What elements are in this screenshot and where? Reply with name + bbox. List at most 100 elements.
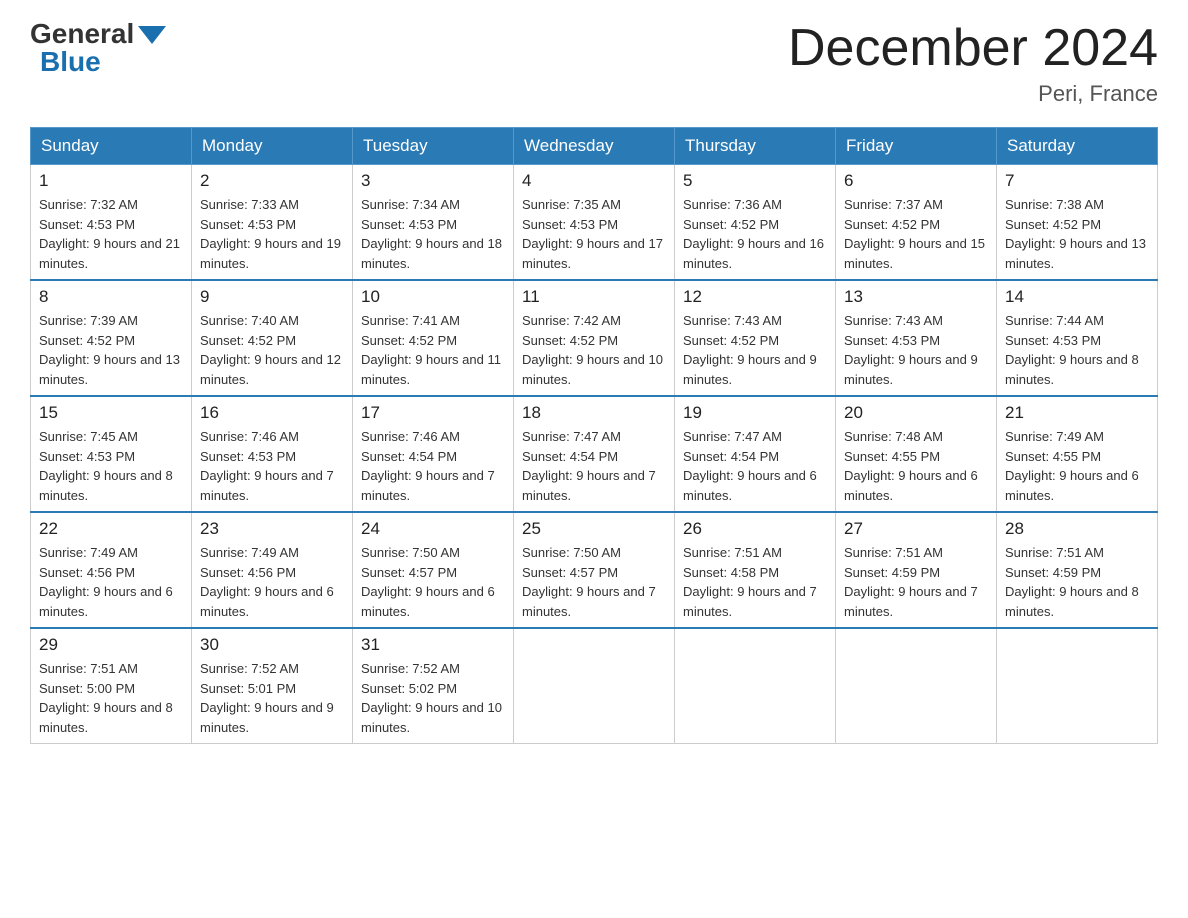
sunset-label: Sunset: 5:00 PM bbox=[39, 681, 135, 696]
daylight-label: Daylight: 9 hours and 6 minutes. bbox=[1005, 468, 1139, 503]
day-number: 13 bbox=[844, 287, 988, 307]
sunrise-label: Sunrise: 7:37 AM bbox=[844, 197, 943, 212]
sunset-label: Sunset: 4:53 PM bbox=[522, 217, 618, 232]
sunset-label: Sunset: 4:52 PM bbox=[1005, 217, 1101, 232]
day-number: 3 bbox=[361, 171, 505, 191]
logo: General Blue bbox=[30, 20, 166, 76]
sunrise-label: Sunrise: 7:34 AM bbox=[361, 197, 460, 212]
day-info: Sunrise: 7:47 AM Sunset: 4:54 PM Dayligh… bbox=[522, 427, 666, 505]
sunrise-label: Sunrise: 7:38 AM bbox=[1005, 197, 1104, 212]
sunset-label: Sunset: 4:54 PM bbox=[522, 449, 618, 464]
day-header-thursday: Thursday bbox=[675, 128, 836, 165]
sunrise-label: Sunrise: 7:35 AM bbox=[522, 197, 621, 212]
day-number: 18 bbox=[522, 403, 666, 423]
daylight-label: Daylight: 9 hours and 9 minutes. bbox=[200, 700, 334, 735]
day-header-saturday: Saturday bbox=[997, 128, 1158, 165]
day-number: 27 bbox=[844, 519, 988, 539]
daylight-label: Daylight: 9 hours and 7 minutes. bbox=[522, 468, 656, 503]
calendar-cell: 5 Sunrise: 7:36 AM Sunset: 4:52 PM Dayli… bbox=[675, 165, 836, 281]
day-info: Sunrise: 7:32 AM Sunset: 4:53 PM Dayligh… bbox=[39, 195, 183, 273]
daylight-label: Daylight: 9 hours and 9 minutes. bbox=[683, 352, 817, 387]
sunrise-label: Sunrise: 7:44 AM bbox=[1005, 313, 1104, 328]
day-number: 7 bbox=[1005, 171, 1149, 191]
sunrise-label: Sunrise: 7:42 AM bbox=[522, 313, 621, 328]
sunset-label: Sunset: 4:55 PM bbox=[844, 449, 940, 464]
sunrise-label: Sunrise: 7:48 AM bbox=[844, 429, 943, 444]
day-info: Sunrise: 7:36 AM Sunset: 4:52 PM Dayligh… bbox=[683, 195, 827, 273]
calendar-cell bbox=[997, 628, 1158, 744]
location-subtitle: Peri, France bbox=[788, 81, 1158, 107]
calendar-cell: 3 Sunrise: 7:34 AM Sunset: 4:53 PM Dayli… bbox=[353, 165, 514, 281]
title-section: December 2024 Peri, France bbox=[788, 20, 1158, 107]
calendar-cell: 21 Sunrise: 7:49 AM Sunset: 4:55 PM Dayl… bbox=[997, 396, 1158, 512]
sunset-label: Sunset: 4:52 PM bbox=[361, 333, 457, 348]
daylight-label: Daylight: 9 hours and 9 minutes. bbox=[844, 352, 978, 387]
calendar-cell: 6 Sunrise: 7:37 AM Sunset: 4:52 PM Dayli… bbox=[836, 165, 997, 281]
daylight-label: Daylight: 9 hours and 7 minutes. bbox=[200, 468, 334, 503]
day-info: Sunrise: 7:33 AM Sunset: 4:53 PM Dayligh… bbox=[200, 195, 344, 273]
day-number: 8 bbox=[39, 287, 183, 307]
day-info: Sunrise: 7:37 AM Sunset: 4:52 PM Dayligh… bbox=[844, 195, 988, 273]
calendar-cell: 12 Sunrise: 7:43 AM Sunset: 4:52 PM Dayl… bbox=[675, 280, 836, 396]
calendar-header-row: SundayMondayTuesdayWednesdayThursdayFrid… bbox=[31, 128, 1158, 165]
sunrise-label: Sunrise: 7:52 AM bbox=[200, 661, 299, 676]
daylight-label: Daylight: 9 hours and 6 minutes. bbox=[844, 468, 978, 503]
day-number: 26 bbox=[683, 519, 827, 539]
sunset-label: Sunset: 4:57 PM bbox=[522, 565, 618, 580]
day-info: Sunrise: 7:35 AM Sunset: 4:53 PM Dayligh… bbox=[522, 195, 666, 273]
calendar-cell: 17 Sunrise: 7:46 AM Sunset: 4:54 PM Dayl… bbox=[353, 396, 514, 512]
day-info: Sunrise: 7:50 AM Sunset: 4:57 PM Dayligh… bbox=[522, 543, 666, 621]
daylight-label: Daylight: 9 hours and 8 minutes. bbox=[1005, 584, 1139, 619]
calendar-cell: 2 Sunrise: 7:33 AM Sunset: 4:53 PM Dayli… bbox=[192, 165, 353, 281]
calendar-week-row: 22 Sunrise: 7:49 AM Sunset: 4:56 PM Dayl… bbox=[31, 512, 1158, 628]
sunset-label: Sunset: 4:58 PM bbox=[683, 565, 779, 580]
sunrise-label: Sunrise: 7:49 AM bbox=[1005, 429, 1104, 444]
day-info: Sunrise: 7:46 AM Sunset: 4:54 PM Dayligh… bbox=[361, 427, 505, 505]
daylight-label: Daylight: 9 hours and 19 minutes. bbox=[200, 236, 341, 271]
daylight-label: Daylight: 9 hours and 8 minutes. bbox=[39, 700, 173, 735]
daylight-label: Daylight: 9 hours and 8 minutes. bbox=[39, 468, 173, 503]
day-info: Sunrise: 7:40 AM Sunset: 4:52 PM Dayligh… bbox=[200, 311, 344, 389]
page-title: December 2024 bbox=[788, 20, 1158, 77]
daylight-label: Daylight: 9 hours and 18 minutes. bbox=[361, 236, 502, 271]
calendar-cell: 19 Sunrise: 7:47 AM Sunset: 4:54 PM Dayl… bbox=[675, 396, 836, 512]
calendar-week-row: 8 Sunrise: 7:39 AM Sunset: 4:52 PM Dayli… bbox=[31, 280, 1158, 396]
daylight-label: Daylight: 9 hours and 7 minutes. bbox=[844, 584, 978, 619]
calendar-cell: 24 Sunrise: 7:50 AM Sunset: 4:57 PM Dayl… bbox=[353, 512, 514, 628]
sunset-label: Sunset: 4:53 PM bbox=[200, 217, 296, 232]
sunset-label: Sunset: 4:59 PM bbox=[844, 565, 940, 580]
day-number: 30 bbox=[200, 635, 344, 655]
sunrise-label: Sunrise: 7:47 AM bbox=[683, 429, 782, 444]
day-info: Sunrise: 7:41 AM Sunset: 4:52 PM Dayligh… bbox=[361, 311, 505, 389]
sunset-label: Sunset: 5:01 PM bbox=[200, 681, 296, 696]
sunset-label: Sunset: 4:52 PM bbox=[683, 333, 779, 348]
sunrise-label: Sunrise: 7:50 AM bbox=[361, 545, 460, 560]
sunset-label: Sunset: 5:02 PM bbox=[361, 681, 457, 696]
sunrise-label: Sunrise: 7:51 AM bbox=[844, 545, 943, 560]
day-number: 17 bbox=[361, 403, 505, 423]
sunset-label: Sunset: 4:56 PM bbox=[39, 565, 135, 580]
day-info: Sunrise: 7:49 AM Sunset: 4:55 PM Dayligh… bbox=[1005, 427, 1149, 505]
sunset-label: Sunset: 4:53 PM bbox=[39, 217, 135, 232]
day-number: 14 bbox=[1005, 287, 1149, 307]
day-info: Sunrise: 7:49 AM Sunset: 4:56 PM Dayligh… bbox=[39, 543, 183, 621]
calendar-week-row: 1 Sunrise: 7:32 AM Sunset: 4:53 PM Dayli… bbox=[31, 165, 1158, 281]
day-number: 29 bbox=[39, 635, 183, 655]
daylight-label: Daylight: 9 hours and 16 minutes. bbox=[683, 236, 824, 271]
calendar-week-row: 29 Sunrise: 7:51 AM Sunset: 5:00 PM Dayl… bbox=[31, 628, 1158, 744]
sunset-label: Sunset: 4:52 PM bbox=[200, 333, 296, 348]
sunset-label: Sunset: 4:56 PM bbox=[200, 565, 296, 580]
sunset-label: Sunset: 4:52 PM bbox=[683, 217, 779, 232]
sunrise-label: Sunrise: 7:47 AM bbox=[522, 429, 621, 444]
day-number: 12 bbox=[683, 287, 827, 307]
sunset-label: Sunset: 4:52 PM bbox=[844, 217, 940, 232]
sunset-label: Sunset: 4:53 PM bbox=[1005, 333, 1101, 348]
day-info: Sunrise: 7:44 AM Sunset: 4:53 PM Dayligh… bbox=[1005, 311, 1149, 389]
sunset-label: Sunset: 4:53 PM bbox=[844, 333, 940, 348]
sunrise-label: Sunrise: 7:51 AM bbox=[39, 661, 138, 676]
day-number: 19 bbox=[683, 403, 827, 423]
daylight-label: Daylight: 9 hours and 7 minutes. bbox=[522, 584, 656, 619]
calendar-cell: 14 Sunrise: 7:44 AM Sunset: 4:53 PM Dayl… bbox=[997, 280, 1158, 396]
daylight-label: Daylight: 9 hours and 7 minutes. bbox=[683, 584, 817, 619]
day-info: Sunrise: 7:39 AM Sunset: 4:52 PM Dayligh… bbox=[39, 311, 183, 389]
